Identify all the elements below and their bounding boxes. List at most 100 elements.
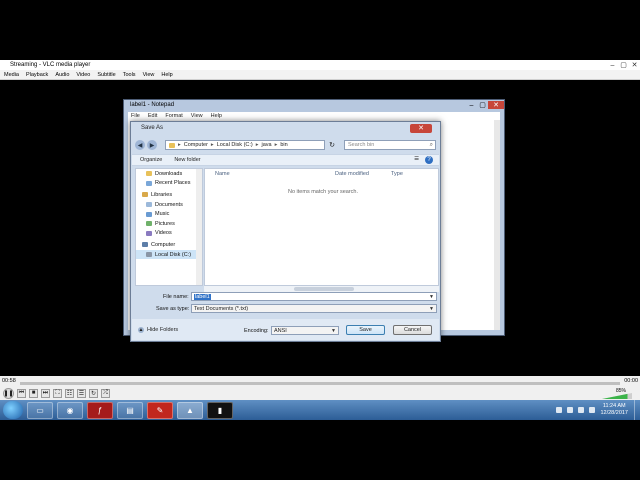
nav-item-downloads[interactable]: Downloads bbox=[136, 169, 202, 179]
save-as-dialog: Save As ✕ ◀ ▶ ▸ Computer ▸ Local Disk (C… bbox=[130, 121, 441, 342]
flash-icon[interactable]: ƒ bbox=[87, 401, 113, 419]
notepad-icon[interactable]: ▤ bbox=[117, 401, 143, 419]
notepad-title: label1 - Notepad bbox=[130, 102, 175, 108]
new-folder-button[interactable]: New folder bbox=[174, 157, 200, 163]
save-button[interactable]: Save bbox=[346, 325, 385, 335]
search-placeholder: Search bin bbox=[348, 142, 375, 148]
music-icon bbox=[146, 211, 152, 217]
file-list[interactable]: Name Date modified Type No items match y… bbox=[204, 168, 439, 286]
maximize-icon[interactable]: ▢ bbox=[477, 101, 488, 109]
maximize-icon[interactable]: ▢ bbox=[618, 60, 629, 70]
breadcrumb-java[interactable]: java bbox=[262, 142, 272, 148]
next-icon[interactable]: ⏭ bbox=[41, 388, 50, 398]
volume-icon[interactable] bbox=[589, 407, 596, 413]
libraries-icon bbox=[142, 192, 148, 198]
nav-item-documents[interactable]: Documents bbox=[136, 200, 202, 210]
start-button[interactable] bbox=[3, 401, 23, 419]
nav-item-local-disk[interactable]: Local Disk (C:) bbox=[136, 249, 202, 260]
loop-icon[interactable]: ↻ bbox=[89, 388, 98, 398]
taskbar: ▭ ◉ ƒ ▤ ✎ ▲ ▮ 11:24 AM 12/28/2017 bbox=[0, 400, 640, 420]
file-name-input[interactable]: label1 ▼ bbox=[191, 292, 437, 301]
volume-slider[interactable] bbox=[602, 393, 632, 399]
nav-item-music[interactable]: Music bbox=[136, 209, 202, 219]
view-options-icon[interactable]: ☰ bbox=[414, 156, 419, 164]
nav-item-computer[interactable]: Computer bbox=[136, 240, 202, 250]
file-name-value: label1 bbox=[194, 293, 211, 300]
forward-icon[interactable]: ▶ bbox=[147, 140, 157, 150]
menu-tools[interactable]: Tools bbox=[123, 72, 136, 78]
menu-help[interactable]: Help bbox=[211, 113, 222, 119]
organize-button[interactable]: Organize bbox=[140, 157, 162, 163]
minimize-icon[interactable]: – bbox=[607, 60, 618, 70]
nav-item-recent-places[interactable]: Recent Places bbox=[136, 179, 202, 189]
seek-slider[interactable] bbox=[20, 382, 620, 385]
menu-subtitle[interactable]: Subtitle bbox=[97, 72, 115, 78]
vertical-scrollbar[interactable] bbox=[196, 169, 202, 285]
show-hidden-icons-icon[interactable] bbox=[556, 407, 563, 413]
nav-item-pictures[interactable]: Pictures bbox=[136, 219, 202, 229]
column-headers: Name Date modified Type bbox=[205, 169, 438, 179]
save-type-value: Text Documents (*.txt) bbox=[194, 305, 249, 312]
menu-help[interactable]: Help bbox=[161, 72, 172, 78]
network-icon[interactable] bbox=[578, 407, 585, 413]
help-icon[interactable]: ? bbox=[425, 156, 433, 164]
folder-icon bbox=[169, 142, 175, 148]
stop-icon[interactable]: ■ bbox=[29, 388, 38, 398]
menu-video[interactable]: Video bbox=[76, 72, 90, 78]
encoding-value: ANSI bbox=[274, 327, 287, 334]
save-type-select[interactable]: Text Documents (*.txt) ▼ bbox=[191, 304, 437, 313]
nav-item-label: Downloads bbox=[155, 170, 183, 177]
chevron-down-icon[interactable]: ▼ bbox=[331, 328, 336, 334]
videos-icon bbox=[146, 230, 152, 236]
shuffle-icon[interactable]: ⤮ bbox=[101, 388, 110, 398]
search-input[interactable]: Search bin ⌕ bbox=[344, 140, 436, 150]
menu-view[interactable]: View bbox=[143, 72, 155, 78]
menu-file[interactable]: File bbox=[131, 113, 140, 119]
system-tray: 11:24 AM 12/28/2017 bbox=[556, 403, 634, 417]
nav-item-videos[interactable]: Videos bbox=[136, 229, 202, 239]
command-prompt-icon[interactable]: ▮ bbox=[207, 401, 233, 419]
scrollbar-thumb[interactable] bbox=[294, 287, 354, 291]
pause-icon[interactable]: ❚❚ bbox=[3, 387, 14, 399]
breadcrumb-bin[interactable]: bin bbox=[280, 142, 287, 148]
column-header-type[interactable]: Type bbox=[391, 171, 431, 177]
address-bar[interactable]: ▸ Computer ▸ Local Disk (C:) ▸ java ▸ bi… bbox=[165, 140, 325, 150]
acrobat-icon[interactable]: ✎ bbox=[147, 401, 173, 419]
breadcrumb-local-disk[interactable]: Local Disk (C:) bbox=[217, 142, 253, 148]
chrome-icon[interactable]: ◉ bbox=[57, 401, 83, 419]
menu-audio[interactable]: Audio bbox=[55, 72, 69, 78]
menu-format[interactable]: Format bbox=[165, 113, 182, 119]
menu-playback[interactable]: Playback bbox=[26, 72, 48, 78]
notepad-title-bar: label1 - Notepad – ▢ ✕ bbox=[124, 100, 504, 110]
encoding-select[interactable]: ANSI ▼ bbox=[271, 326, 339, 335]
close-icon[interactable]: ✕ bbox=[410, 123, 432, 133]
vertical-scrollbar[interactable] bbox=[494, 120, 500, 330]
chevron-down-icon[interactable]: ▼ bbox=[429, 306, 434, 312]
file-explorer-icon[interactable]: ▭ bbox=[27, 401, 53, 419]
menu-edit[interactable]: Edit bbox=[148, 113, 157, 119]
column-header-date-modified[interactable]: Date modified bbox=[335, 171, 391, 177]
elapsed-time: 00:58 bbox=[2, 378, 16, 384]
column-header-name[interactable]: Name bbox=[215, 171, 335, 177]
breadcrumb-computer[interactable]: Computer bbox=[184, 142, 208, 148]
minimize-icon[interactable]: – bbox=[466, 101, 477, 109]
refresh-icon[interactable]: ↻ bbox=[327, 140, 337, 150]
vlc-window-title: Streaming - VLC media player bbox=[10, 62, 91, 68]
menu-view[interactable]: View bbox=[191, 113, 203, 119]
playlist-icon[interactable]: ☰ bbox=[77, 388, 86, 398]
flag-icon[interactable] bbox=[567, 407, 574, 413]
fullscreen-icon[interactable]: ⛶ bbox=[53, 388, 62, 398]
cancel-button[interactable]: Cancel bbox=[393, 325, 432, 335]
show-desktop-button[interactable] bbox=[634, 400, 640, 420]
previous-icon[interactable]: ⏮ bbox=[17, 388, 26, 398]
vlc-icon[interactable]: ▲ bbox=[177, 401, 203, 419]
close-icon[interactable]: ✕ bbox=[488, 101, 504, 109]
clock[interactable]: 11:24 AM 12/28/2017 bbox=[600, 403, 628, 417]
hide-folders-button[interactable]: ▲ Hide Folders bbox=[138, 327, 178, 333]
nav-item-libraries[interactable]: Libraries bbox=[136, 190, 202, 200]
menu-media[interactable]: Media bbox=[4, 72, 19, 78]
close-icon[interactable]: ✕ bbox=[629, 60, 640, 70]
chevron-down-icon[interactable]: ▼ bbox=[429, 294, 434, 300]
extended-settings-icon[interactable]: ☷ bbox=[65, 388, 74, 398]
back-icon[interactable]: ◀ bbox=[135, 140, 145, 150]
